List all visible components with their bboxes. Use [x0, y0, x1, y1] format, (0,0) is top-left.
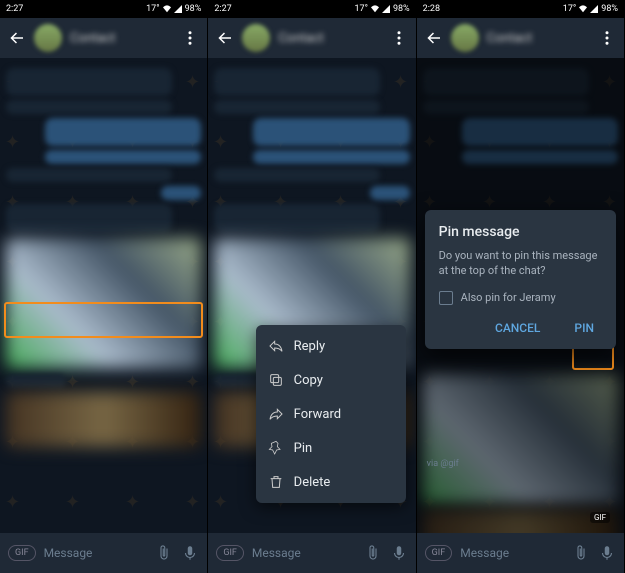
attach-icon[interactable] [572, 544, 590, 562]
message-input[interactable]: Message [460, 546, 564, 560]
mic-icon[interactable] [390, 544, 408, 562]
msg-out[interactable] [370, 186, 410, 200]
clock: 2:27 [214, 4, 231, 14]
checkbox-icon [439, 291, 453, 305]
avatar[interactable] [451, 24, 479, 52]
via-label: via @gif [427, 459, 459, 469]
attach-icon[interactable] [155, 544, 173, 562]
msg-out[interactable] [45, 118, 201, 146]
image-message[interactable] [423, 374, 618, 504]
gif-badge: GIF [590, 512, 610, 523]
msg-in[interactable] [214, 68, 380, 96]
dialog-title: Pin message [439, 224, 602, 240]
msg-in[interactable] [423, 100, 589, 114]
more-icon[interactable] [181, 29, 199, 47]
msg-in[interactable] [6, 374, 66, 388]
avatar[interactable] [34, 24, 62, 52]
pin-button[interactable]: PIN [566, 315, 602, 341]
image-message[interactable] [6, 392, 201, 447]
context-menu: Reply Copy Forward Pin Delete [256, 325, 406, 503]
message-input-bar: GIF Message [0, 533, 207, 573]
msg-in[interactable] [214, 168, 380, 182]
msg-out[interactable] [253, 150, 409, 164]
more-icon[interactable] [390, 29, 408, 47]
chat-header: Contact [0, 18, 207, 58]
msg-in[interactable] [6, 68, 172, 96]
status-bar: 2:28 17° 98% [417, 0, 624, 18]
msg-in[interactable] [6, 100, 172, 114]
clock: 2:28 [423, 4, 440, 14]
ctx-forward[interactable]: Forward [256, 397, 406, 431]
temp: 17° [146, 4, 159, 14]
clock: 2:27 [6, 4, 23, 14]
wifi-icon [163, 5, 171, 13]
also-pin-checkbox[interactable]: Also pin for Jeramy [439, 291, 602, 305]
msg-out[interactable] [45, 150, 201, 164]
back-icon[interactable] [8, 29, 26, 47]
ctx-pin[interactable]: Pin [256, 431, 406, 465]
panel-1: 2:27 17° 98% Contact GIF Message [0, 0, 208, 573]
signal-icon [174, 5, 182, 13]
msg-in[interactable] [214, 100, 380, 114]
attach-icon[interactable] [364, 544, 382, 562]
signal-icon [590, 5, 598, 13]
msg-out[interactable] [462, 150, 618, 164]
chat-title[interactable]: Contact [278, 31, 381, 46]
chat-scroll[interactable] [0, 58, 207, 533]
ctx-delete[interactable]: Delete [256, 465, 406, 499]
msg-out[interactable] [253, 118, 409, 146]
ctx-reply[interactable]: Reply [256, 329, 406, 363]
msg-in[interactable] [423, 68, 589, 96]
battery: 98% [185, 4, 202, 14]
copy-icon [268, 372, 284, 388]
msg-out[interactable] [462, 118, 618, 146]
forward-icon [268, 406, 284, 422]
chat-title[interactable]: Contact [487, 31, 590, 46]
reply-icon [268, 338, 284, 354]
wifi-icon [371, 5, 379, 13]
chat-header: Contact [417, 18, 624, 58]
cancel-button[interactable]: CANCEL [487, 315, 548, 341]
status-bar: 2:27 17° 98% [0, 0, 207, 18]
message-input[interactable]: Message [44, 546, 148, 560]
avatar[interactable] [242, 24, 270, 52]
msg-in[interactable] [6, 204, 172, 232]
mic-icon[interactable] [181, 544, 199, 562]
ctx-copy[interactable]: Copy [256, 363, 406, 397]
gif-button[interactable]: GIF [425, 545, 453, 561]
image-message[interactable] [423, 510, 618, 533]
panel-3: 2:28 17° 98% Contact via @gif GIF Pin me… [417, 0, 625, 573]
message-input-bar: GIF Message [417, 533, 624, 573]
message-input-bar: GIF Message [208, 533, 415, 573]
message-input[interactable]: Message [252, 546, 356, 560]
pin-icon [268, 440, 284, 456]
msg-in[interactable] [6, 168, 172, 182]
back-icon[interactable] [216, 29, 234, 47]
more-icon[interactable] [598, 29, 616, 47]
wifi-icon [579, 5, 587, 13]
image-message[interactable] [6, 238, 201, 368]
dialog-body: Do you want to pin this message at the t… [439, 248, 602, 279]
mic-icon[interactable] [598, 544, 616, 562]
gif-button[interactable]: GIF [8, 545, 36, 561]
trash-icon [268, 474, 284, 490]
chat-title[interactable]: Contact [70, 31, 173, 46]
msg-in[interactable] [214, 204, 380, 232]
msg-out[interactable] [161, 186, 201, 200]
pin-dialog: Pin message Do you want to pin this mess… [425, 210, 616, 349]
signal-icon [382, 5, 390, 13]
status-bar: 2:27 17° 98% [208, 0, 415, 18]
gif-button[interactable]: GIF [216, 545, 244, 561]
back-icon[interactable] [425, 29, 443, 47]
chat-header: Contact [208, 18, 415, 58]
panel-2: 2:27 17° 98% Contact Reply Copy [208, 0, 416, 573]
